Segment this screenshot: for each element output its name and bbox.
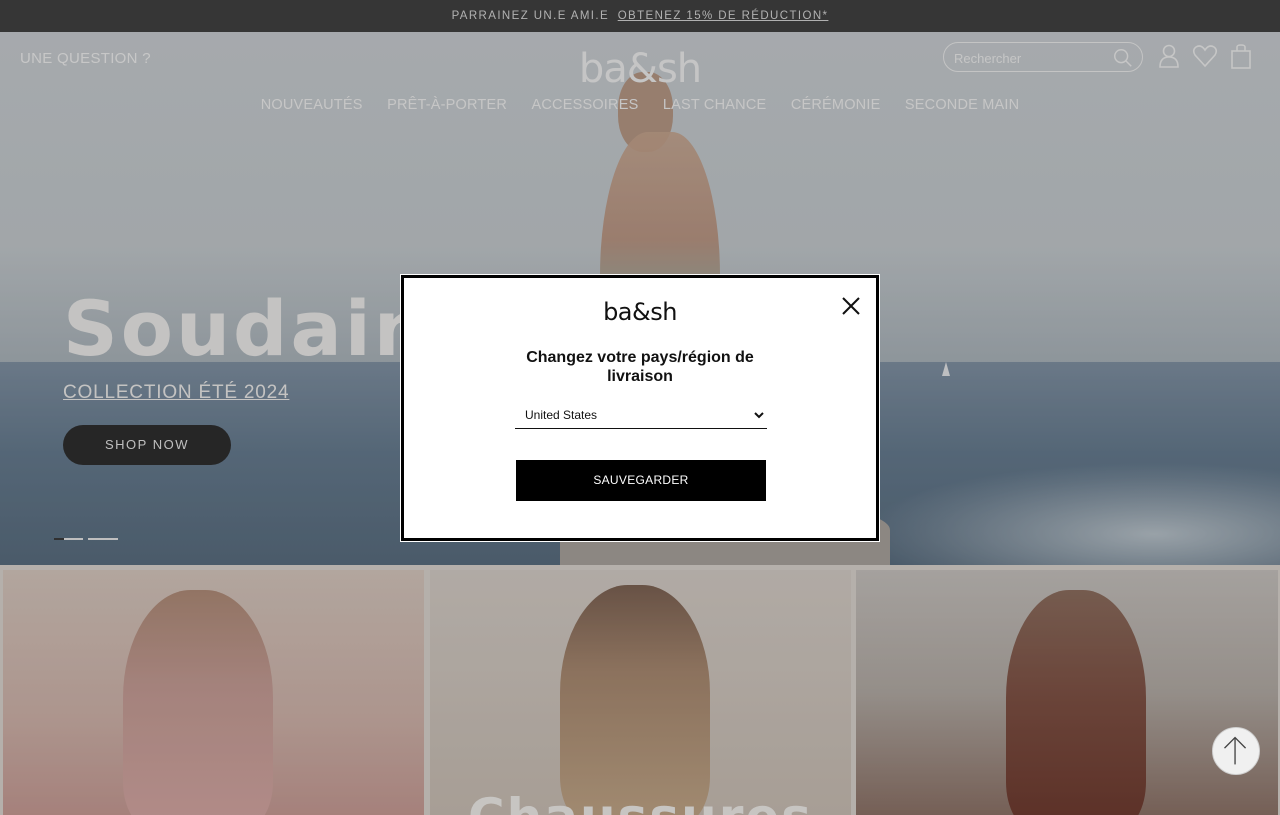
country-selector-modal: ba&sh Changez votre pays/région de livra… (400, 274, 880, 542)
modal-logo: ba&sh (603, 298, 677, 326)
save-button[interactable]: SAUVEGARDER (516, 460, 766, 501)
country-select[interactable]: United States (515, 401, 767, 429)
close-icon[interactable] (840, 295, 862, 317)
arrow-up-icon (1224, 736, 1247, 765)
modal-title: Changez votre pays/région de livraison (526, 349, 754, 385)
back-to-top-button[interactable] (1212, 727, 1260, 775)
